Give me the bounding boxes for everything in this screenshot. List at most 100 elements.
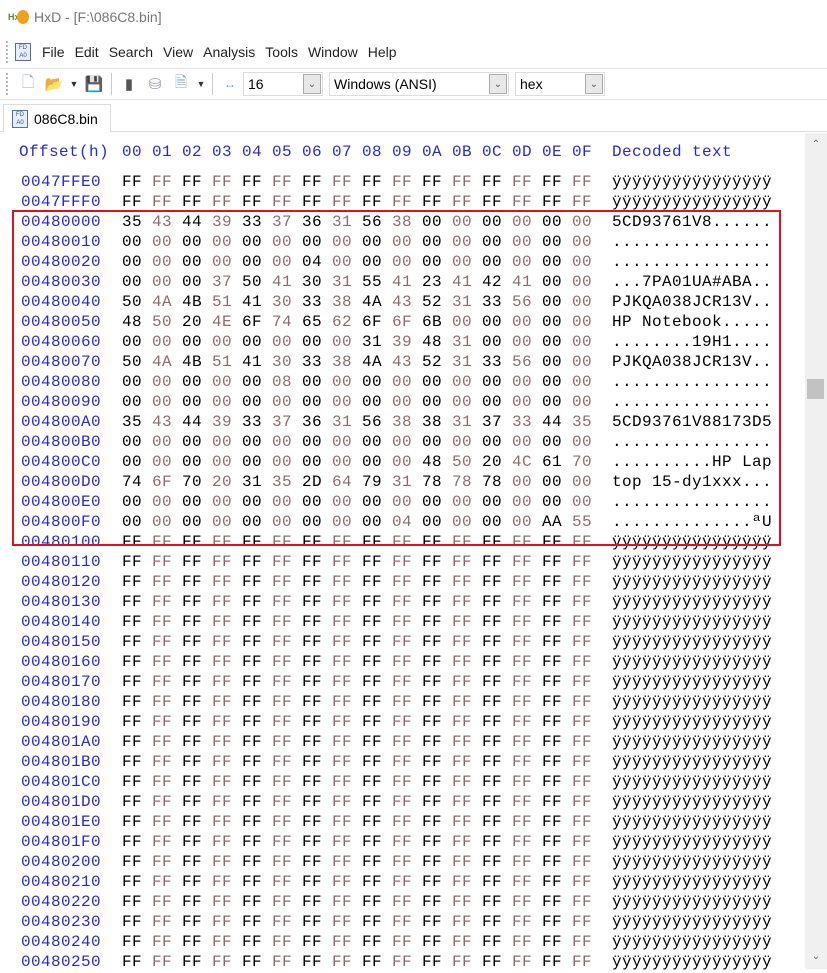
hex-byte[interactable]: FF	[152, 633, 174, 651]
hex-byte[interactable]: FF	[212, 633, 234, 651]
offset-base-select[interactable]: hex ⌄	[515, 72, 605, 96]
hex-byte[interactable]: FF	[272, 953, 294, 971]
hex-byte[interactable]: FF	[482, 533, 504, 551]
hex-byte[interactable]: FF	[182, 853, 204, 871]
hex-byte[interactable]: FF	[422, 653, 444, 671]
hex-byte[interactable]: FF	[152, 793, 174, 811]
hex-byte[interactable]: 39	[212, 413, 234, 431]
grip-handle[interactable]	[6, 41, 9, 63]
hex-byte[interactable]: 30	[272, 353, 294, 371]
hex-byte[interactable]: 4C	[512, 453, 534, 471]
hex-byte[interactable]: 00	[482, 213, 504, 231]
hex-byte[interactable]: FF	[302, 873, 324, 891]
hex-byte[interactable]: FF	[392, 533, 414, 551]
hex-byte[interactable]: FF	[482, 193, 504, 211]
hex-byte[interactable]: 43	[392, 353, 414, 371]
hex-byte[interactable]: FF	[362, 933, 384, 951]
hex-byte[interactable]: FF	[482, 773, 504, 791]
hex-byte[interactable]: FF	[512, 873, 534, 891]
hex-byte[interactable]: FF	[392, 913, 414, 931]
hex-byte[interactable]: 31	[452, 333, 474, 351]
hex-byte[interactable]: FF	[182, 793, 204, 811]
decoded-text[interactable]: 5CD93761V8......	[612, 213, 772, 231]
hex-byte[interactable]: FF	[182, 713, 204, 731]
hex-byte[interactable]: 00	[542, 253, 564, 271]
hex-byte[interactable]: 00	[272, 493, 294, 511]
hex-byte[interactable]: 00	[512, 513, 534, 531]
hex-byte[interactable]: FF	[392, 853, 414, 871]
hex-byte[interactable]: 00	[482, 313, 504, 331]
hex-byte[interactable]: 42	[482, 273, 504, 291]
hex-byte[interactable]: FF	[182, 813, 204, 831]
decoded-text[interactable]: ÿÿÿÿÿÿÿÿÿÿÿÿÿÿÿÿ	[612, 673, 772, 691]
hex-byte[interactable]: 33	[242, 213, 264, 231]
hex-byte[interactable]: FF	[542, 613, 564, 631]
hex-byte[interactable]: 00	[422, 393, 444, 411]
hex-byte[interactable]: 48	[422, 333, 444, 351]
hex-byte[interactable]: 44	[182, 413, 204, 431]
hex-byte[interactable]: 00	[512, 473, 534, 491]
hex-byte[interactable]: FF	[152, 933, 174, 951]
hex-byte[interactable]: 00	[572, 253, 594, 271]
hex-byte[interactable]: FF	[272, 653, 294, 671]
hex-byte[interactable]: FF	[392, 593, 414, 611]
hex-byte[interactable]: 00	[542, 233, 564, 251]
hex-byte[interactable]: FF	[422, 793, 444, 811]
hex-byte[interactable]: FF	[122, 693, 144, 711]
hex-byte[interactable]: 00	[212, 453, 234, 471]
hex-byte[interactable]: FF	[122, 573, 144, 591]
hex-byte[interactable]: FF	[122, 793, 144, 811]
hex-byte[interactable]: FF	[572, 633, 594, 651]
hex-byte[interactable]: FF	[302, 173, 324, 191]
hex-byte[interactable]: FF	[332, 933, 354, 951]
hex-byte[interactable]: FF	[542, 933, 564, 951]
hex-byte[interactable]: FF	[482, 553, 504, 571]
hex-byte[interactable]: FF	[392, 573, 414, 591]
hex-byte[interactable]: FF	[212, 193, 234, 211]
hex-byte[interactable]: FF	[452, 913, 474, 931]
hex-byte[interactable]: FF	[242, 893, 264, 911]
hex-byte[interactable]: FF	[242, 193, 264, 211]
hex-byte[interactable]: FF	[362, 613, 384, 631]
hex-byte[interactable]: FF	[542, 853, 564, 871]
hex-byte[interactable]: 33	[512, 413, 534, 431]
hex-byte[interactable]: FF	[332, 673, 354, 691]
hex-byte[interactable]: 00	[122, 433, 144, 451]
hex-byte[interactable]: FF	[572, 753, 594, 771]
hex-byte[interactable]: 50	[122, 293, 144, 311]
hex-byte[interactable]: 64	[332, 473, 354, 491]
hex-byte[interactable]: FF	[272, 533, 294, 551]
hex-byte[interactable]: 00	[512, 233, 534, 251]
hex-byte[interactable]: FF	[152, 573, 174, 591]
hex-byte[interactable]: 00	[302, 453, 324, 471]
hex-byte[interactable]: FF	[362, 533, 384, 551]
hex-byte[interactable]: 31	[452, 353, 474, 371]
hex-byte[interactable]: 00	[182, 493, 204, 511]
hex-byte[interactable]: 00	[572, 233, 594, 251]
hex-byte[interactable]: FF	[122, 913, 144, 931]
hex-byte[interactable]: FF	[452, 553, 474, 571]
hex-byte[interactable]: 04	[392, 513, 414, 531]
decoded-text[interactable]: top 15-dy1xxx...	[612, 473, 772, 491]
hex-byte[interactable]: 31	[332, 413, 354, 431]
hex-byte[interactable]: FF	[272, 793, 294, 811]
hex-byte[interactable]: 00	[422, 433, 444, 451]
hex-byte[interactable]: FF	[392, 653, 414, 671]
hex-byte[interactable]: FF	[362, 953, 384, 971]
hex-byte[interactable]: FF	[452, 833, 474, 851]
hex-byte[interactable]: FF	[422, 713, 444, 731]
hex-byte[interactable]: 00	[542, 333, 564, 351]
hex-byte[interactable]: FF	[332, 753, 354, 771]
hex-byte[interactable]: FF	[362, 773, 384, 791]
decoded-text[interactable]: ÿÿÿÿÿÿÿÿÿÿÿÿÿÿÿÿ	[612, 813, 772, 831]
hex-byte[interactable]: 20	[482, 453, 504, 471]
decoded-text[interactable]: ÿÿÿÿÿÿÿÿÿÿÿÿÿÿÿÿ	[612, 953, 772, 971]
hex-byte[interactable]: FF	[362, 733, 384, 751]
hex-byte[interactable]: FF	[122, 613, 144, 631]
hex-byte[interactable]: 00	[392, 493, 414, 511]
hex-byte[interactable]: 00	[482, 233, 504, 251]
hex-byte[interactable]: 00	[422, 233, 444, 251]
hex-byte[interactable]: FF	[152, 713, 174, 731]
hex-byte[interactable]: 00	[272, 253, 294, 271]
hex-byte[interactable]: 4B	[182, 353, 204, 371]
